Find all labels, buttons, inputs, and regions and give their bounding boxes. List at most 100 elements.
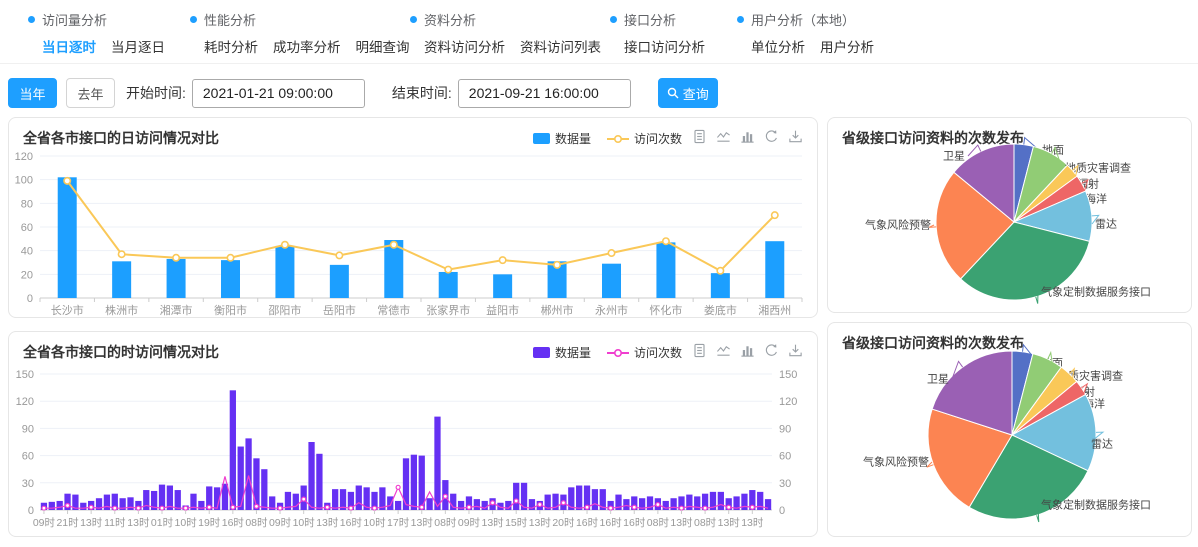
svg-text:雷达: 雷达 <box>1091 438 1113 451</box>
svg-text:13时: 13时 <box>481 517 504 529</box>
filter-bar: 当年 去年 开始时间: 结束时间: 查询 <box>8 78 718 108</box>
daily-visits-chart-card: 全省各市接口的日访问情况对比 数据量 访问次数 020406080100120长… <box>8 117 818 318</box>
end-time-label: 结束时间: <box>392 83 452 103</box>
svg-text:19时: 19时 <box>198 517 221 529</box>
hourly-visits-chart-card: 全省各市接口的时访问情况对比 数据量 访问次数 0030306060909012… <box>8 331 818 537</box>
save-image-icon[interactable] <box>788 343 803 358</box>
svg-text:60: 60 <box>779 451 791 463</box>
nav-link-detail-query[interactable]: 明细查询 <box>356 36 410 56</box>
svg-text:张家界市: 张家界市 <box>426 303 470 317</box>
svg-text:长沙市: 长沙市 <box>51 303 84 317</box>
nav-group-title: 访问量分析 <box>28 10 190 29</box>
svg-text:湘西州: 湘西州 <box>758 303 791 317</box>
nav-link-data-access-analysis[interactable]: 资料访问分析 <box>424 36 505 56</box>
nav-group-performance: 性能分析 耗时分析 成功率分析 明细查询 <box>190 10 410 63</box>
svg-text:卫星: 卫星 <box>943 150 965 163</box>
nav-group-interface: 接口分析 接口访问分析 <box>610 10 737 63</box>
svg-text:15时: 15时 <box>505 517 528 529</box>
svg-text:怀化市: 怀化市 <box>649 303 682 317</box>
svg-text:08时: 08时 <box>434 517 457 529</box>
svg-text:岳阳市: 岳阳市 <box>323 303 356 317</box>
nav-link-hourly-today[interactable]: 当日逐时 <box>42 36 96 56</box>
svg-text:13时: 13时 <box>718 517 741 529</box>
svg-text:13时: 13时 <box>411 517 434 529</box>
nav-group-title: 性能分析 <box>190 10 410 29</box>
nav-link-user-analysis[interactable]: 用户分析 <box>820 36 874 56</box>
nav-group-title-text: 接口分析 <box>624 10 676 29</box>
svg-text:08时: 08时 <box>245 517 268 529</box>
svg-text:10时: 10时 <box>175 517 198 529</box>
svg-text:08时: 08时 <box>647 517 670 529</box>
chart-legend: 数据量 访问次数 <box>533 130 682 147</box>
nav-link-daily-month[interactable]: 当月逐日 <box>111 36 165 56</box>
this-year-button[interactable]: 当年 <box>8 78 57 108</box>
svg-text:13时: 13时 <box>529 517 552 529</box>
svg-text:150: 150 <box>779 369 797 381</box>
svg-text:09时: 09时 <box>33 517 56 529</box>
end-time-input[interactable] <box>458 79 631 108</box>
svg-text:地质灾害调查: 地质灾害调查 <box>1065 161 1131 175</box>
legend-item-data-volume[interactable]: 数据量 <box>533 130 591 147</box>
svg-text:30: 30 <box>22 478 34 490</box>
nav-group-title: 资料分析 <box>410 10 610 29</box>
search-button-label: 查询 <box>683 84 709 103</box>
province-interface-pie-canvas-1[interactable]: 地面地质灾害调查辐射海洋雷达气象定制数据服务接口气象风险预警卫星 <box>829 118 1192 312</box>
switch-line-icon[interactable] <box>716 343 731 358</box>
dot-icon <box>28 16 35 23</box>
nav-link-unit-analysis[interactable]: 单位分析 <box>751 36 805 56</box>
dashboard-page: 访问量分析 当日逐时 当月逐日 性能分析 耗时分析 成功率分析 明细查询 资料分… <box>0 0 1198 547</box>
svg-text:株洲市: 株洲市 <box>105 303 138 317</box>
svg-text:08时: 08时 <box>694 517 717 529</box>
svg-text:衡阳市: 衡阳市 <box>214 303 247 317</box>
legend-label: 数据量 <box>555 130 591 147</box>
nav-link-data-access-list[interactable]: 资料访问列表 <box>520 36 601 56</box>
svg-text:常德市: 常德市 <box>377 303 410 317</box>
last-year-button[interactable]: 去年 <box>66 78 115 108</box>
save-image-icon[interactable] <box>788 129 803 144</box>
nav-link-time-cost[interactable]: 耗时分析 <box>204 36 258 56</box>
svg-text:永州市: 永州市 <box>595 303 628 317</box>
svg-text:16时: 16时 <box>600 517 623 529</box>
svg-text:120: 120 <box>779 396 797 408</box>
data-view-icon[interactable] <box>692 129 707 144</box>
svg-text:21时: 21时 <box>56 517 79 529</box>
switch-bar-icon[interactable] <box>740 129 755 144</box>
nav-link-interface-access[interactable]: 接口访问分析 <box>624 36 705 56</box>
hourly-visits-chart-canvas[interactable]: 0030306060909012012015015009时21时13时11时13… <box>10 358 816 536</box>
svg-text:气象定制数据服务接口: 气象定制数据服务接口 <box>1041 285 1151 299</box>
svg-text:益阳市: 益阳市 <box>486 303 519 317</box>
restore-icon[interactable] <box>764 129 779 144</box>
daily-visits-chart-canvas[interactable]: 020406080100120长沙市株洲市湘潭市衡阳市邵阳市岳阳市常德市张家界市… <box>10 148 816 318</box>
svg-text:气象定制数据服务接口: 气象定制数据服务接口 <box>1041 498 1151 512</box>
start-time-input[interactable] <box>192 79 365 108</box>
legend-swatch-bar <box>533 132 550 146</box>
province-interface-pie-card-1: 省级接口访问资料的次数发布 地面地质灾害调查辐射海洋雷达气象定制数据服务接口气象… <box>827 117 1192 313</box>
svg-text:150: 150 <box>16 369 34 381</box>
dot-icon <box>410 16 417 23</box>
switch-line-icon[interactable] <box>716 129 731 144</box>
svg-text:卫星: 卫星 <box>927 373 949 386</box>
nav-link-success-rate[interactable]: 成功率分析 <box>273 36 341 56</box>
chart-toolbox <box>692 343 803 358</box>
nav-group-title: 接口分析 <box>610 10 737 29</box>
svg-text:30: 30 <box>779 478 791 490</box>
svg-text:20: 20 <box>21 269 33 281</box>
svg-text:13时: 13时 <box>316 517 339 529</box>
svg-text:16时: 16时 <box>623 517 646 529</box>
svg-text:90: 90 <box>22 423 34 435</box>
svg-text:11时: 11时 <box>104 517 126 529</box>
svg-text:80: 80 <box>21 198 33 210</box>
svg-text:120: 120 <box>15 151 33 163</box>
svg-text:17时: 17时 <box>387 517 410 529</box>
nav-group-user-analysis: 用户分析（本地） 单位分析 用户分析 <box>737 10 917 63</box>
svg-text:16时: 16时 <box>222 517 245 529</box>
svg-text:13时: 13时 <box>670 517 693 529</box>
legend-item-visit-count[interactable]: 访问次数 <box>607 130 682 147</box>
province-interface-pie-canvas-2[interactable]: 地面地质灾害调查辐射海洋雷达气象定制数据服务接口气象风险预警卫星 <box>829 323 1192 536</box>
nav-group-visit-analysis: 访问量分析 当日逐时 当月逐日 <box>28 10 190 63</box>
data-view-icon[interactable] <box>692 343 707 358</box>
svg-text:16时: 16时 <box>576 517 599 529</box>
restore-icon[interactable] <box>764 343 779 358</box>
switch-bar-icon[interactable] <box>740 343 755 358</box>
search-button[interactable]: 查询 <box>658 78 718 108</box>
